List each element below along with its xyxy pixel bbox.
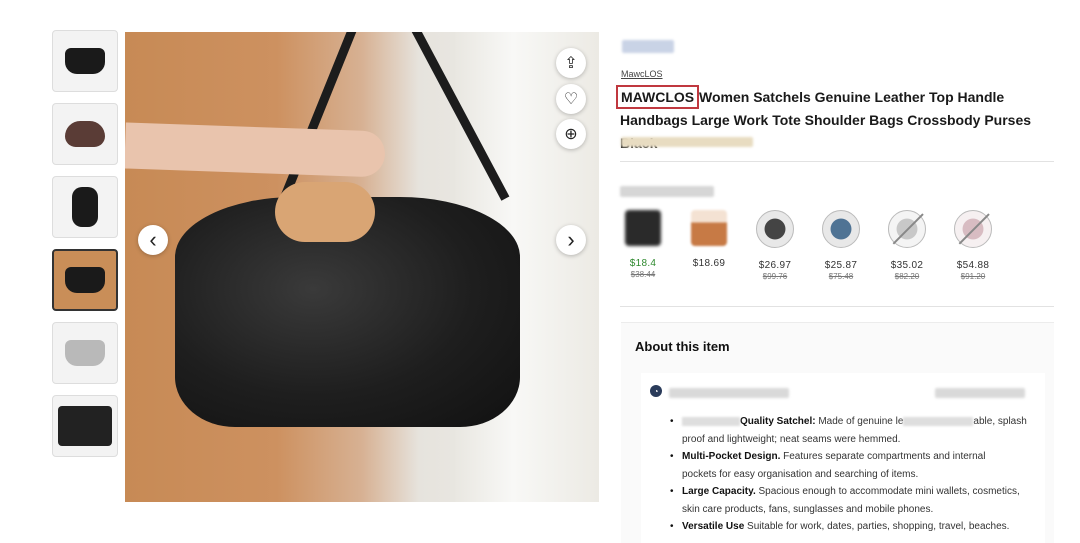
bullet-lead: Versatile Use — [682, 521, 745, 532]
rating-redacted — [621, 137, 753, 147]
variant-option-unavailable[interactable]: $35.02 $82.20 — [884, 210, 930, 281]
variant-was-price: $75.48 — [828, 272, 854, 281]
bullet-text: proof and lightweight; neat seams were h… — [682, 433, 901, 445]
card-header-redacted — [935, 388, 1025, 398]
main-product-image[interactable] — [125, 32, 599, 502]
variant-price: $18.69 — [692, 258, 726, 269]
divider — [620, 161, 1054, 162]
bullet-text: pockets for easy organisation and search… — [682, 468, 919, 480]
feature-bullet: Versatile Use Suitable for work, dates, … — [666, 518, 1041, 536]
bullet-lead: Quality Satchel: — [740, 416, 816, 427]
bullet-text: Spacious enough to accommodate mini wall… — [755, 486, 1020, 497]
swatch-pink — [954, 210, 992, 248]
share-button[interactable]: ⇪ — [556, 48, 586, 78]
previous-image-button[interactable]: ‹ — [138, 225, 168, 255]
variant-option[interactable]: $25.87 $75.48 — [818, 210, 864, 281]
favorite-button[interactable]: ♡ — [556, 84, 586, 114]
variant-price: $35.02 — [890, 260, 924, 271]
variant-option[interactable]: $26.97 $99.76 — [752, 210, 798, 281]
thumbnail-front[interactable] — [52, 30, 118, 92]
bullet-text: able, splash — [973, 416, 1027, 427]
variant-option[interactable]: $18.4 $38.44 — [620, 210, 666, 281]
bullet-text: Features separate compartments and inter… — [780, 451, 986, 462]
bullet-lead: Multi-Pocket Design. — [682, 451, 781, 462]
bag-thumbnail-image — [58, 406, 112, 446]
thumbnail-detail[interactable] — [52, 395, 118, 457]
thumbnail-interior[interactable] — [52, 103, 118, 165]
feature-bullets: Quality Satchel: Made of genuine le able,… — [666, 413, 1041, 536]
feature-bullet: Quality Satchel: Made of genuine le able,… — [666, 413, 1041, 431]
variant-was-price: $38.44 — [630, 270, 656, 279]
feature-bullet-continued: skin care products, fans, sunglasses and… — [666, 501, 1041, 519]
redacted-text — [682, 416, 740, 426]
chevron-left-icon: ‹ — [149, 227, 157, 252]
brand-store-link[interactable]: MawcLOS — [621, 69, 663, 79]
chevron-right-icon: › — [567, 227, 575, 252]
about-section: About this item ◔ Quality Satchel: Made … — [621, 322, 1054, 543]
bag-thumbnail-image — [65, 267, 105, 293]
variant-label-redacted — [620, 186, 714, 197]
variant-price: $25.87 — [824, 260, 858, 271]
bullet-lead: Large Capacity. — [682, 486, 756, 497]
bag-thumbnail-image — [72, 187, 98, 227]
feature-bullet-continued: pockets for easy organisation and search… — [666, 466, 1041, 484]
thumbnail-model-selected[interactable] — [52, 249, 118, 311]
variant-price: $54.88 — [956, 260, 990, 271]
next-image-button[interactable]: › — [556, 225, 586, 255]
feature-bullet: Large Capacity. Spacious enough to accom… — [666, 483, 1041, 501]
thumbnail-gallery — [52, 30, 118, 468]
bag-thumbnail-image — [65, 48, 105, 74]
feature-bullet-continued: proof and lightweight; neat seams were h… — [666, 431, 1041, 449]
zoom-in-icon: ⊕ — [564, 126, 578, 143]
swatch-brown — [691, 210, 727, 246]
swatch-black — [625, 210, 661, 246]
variant-was-price: $82.20 — [894, 272, 920, 281]
variant-was-price: $99.76 — [762, 272, 788, 281]
bag-thumbnail-image — [65, 340, 105, 366]
card-header-redacted — [669, 388, 789, 398]
swatch-dark — [756, 210, 794, 248]
thumbnail-side[interactable] — [52, 176, 118, 238]
bullet-text: skin care products, fans, sunglasses and… — [682, 503, 934, 515]
divider — [620, 306, 1054, 307]
variant-option[interactable]: $18.69 — [686, 210, 732, 281]
bullet-text: Made of genuine le — [815, 416, 904, 427]
variant-was-price: $91.20 — [960, 272, 986, 281]
swatch-grey — [888, 210, 926, 248]
redacted-text — [903, 416, 974, 426]
share-icon: ⇪ — [564, 55, 578, 72]
variant-option-unavailable[interactable]: $54.88 $91.20 — [950, 210, 996, 281]
bullet-text: Suitable for work, dates, parties, shopp… — [744, 521, 1010, 532]
about-card: ◔ Quality Satchel: Made of genuine le abl… — [641, 373, 1045, 543]
zoom-button[interactable]: ⊕ — [556, 119, 586, 149]
about-heading: About this item — [635, 339, 730, 354]
color-variants: $18.4 $38.44 $18.69 $26.97 $99.76 $25.87… — [620, 210, 996, 281]
feature-bullet: Multi-Pocket Design. Features separate c… — [666, 448, 1041, 466]
model-arm — [125, 122, 386, 178]
ai-summary-icon: ◔ — [650, 385, 662, 397]
variant-price: $18.4 — [629, 258, 657, 269]
thumbnail-silver[interactable] — [52, 322, 118, 384]
handle-opening — [275, 182, 375, 242]
bag-thumbnail-image — [65, 121, 105, 147]
heart-icon: ♡ — [563, 91, 579, 108]
swatch-blue — [822, 210, 860, 248]
variant-price: $26.97 — [758, 260, 792, 271]
brand-name-highlighted: MAWCLOS — [615, 85, 700, 109]
store-name-redacted — [622, 40, 674, 53]
